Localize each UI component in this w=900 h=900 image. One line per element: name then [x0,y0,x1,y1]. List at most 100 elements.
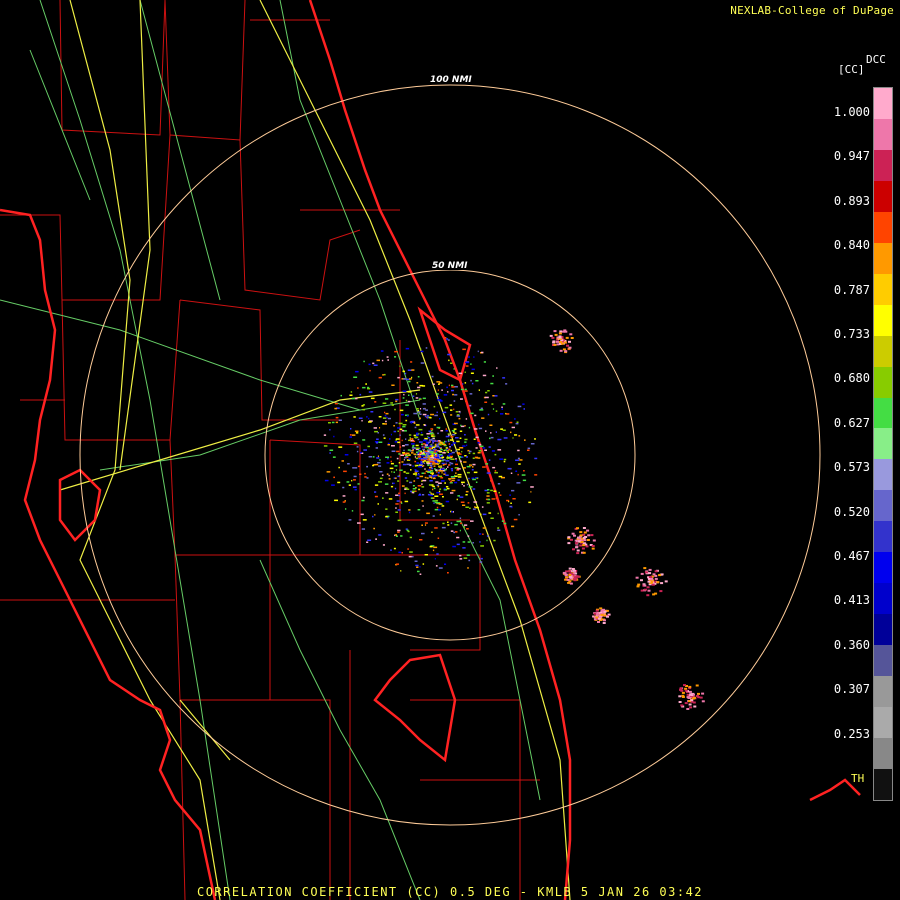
radar-echoes [323,329,705,710]
echo-pixel [351,397,356,400]
echo-pixel [435,481,439,483]
echo-pixel [457,473,462,476]
echo-pixel [435,453,437,456]
echo-pixel [399,409,404,412]
echo-pixel [501,406,503,408]
echo-pixel [644,571,648,574]
echo-pixel [405,419,408,422]
echo-pixel [450,458,455,460]
echo-pixel [573,576,577,579]
echo-pixel [411,443,415,445]
echo-pixel [362,519,367,521]
echo-pixel [568,340,571,343]
echo-pixel [454,394,458,396]
echo-pixel [599,607,603,610]
echo-pixel [502,377,506,379]
echo-pixel [340,394,342,397]
echo-pixel [411,376,413,379]
colorbar-tick: 0.520 [833,504,870,519]
echo-pixel [421,446,423,448]
echo-pixel [488,446,491,448]
echo-pixel [447,466,449,468]
echo-pixel [331,484,335,486]
echo-pixel [366,465,368,468]
echo-pixel [367,386,370,389]
echo-pixel [534,438,536,440]
echo-pixel [351,479,353,482]
echo-pixel [478,450,482,452]
echo-pixel [407,548,409,550]
echo-pixel [479,445,484,448]
echo-pixel [503,460,506,463]
echo-pixel [461,456,464,458]
echo-pixel [469,404,472,407]
echo-pixel [404,492,406,495]
echo-pixel [451,389,454,392]
echo-pixel [386,462,390,464]
echo-pixel [463,485,465,487]
echo-pixel [419,463,423,465]
echo-pixel [510,431,512,434]
echo-pixel [447,572,449,574]
echo-pixel [455,531,458,533]
echo-pixel [460,522,463,525]
echo-pixel [374,484,379,486]
echo-pixel [422,505,424,507]
echo-pixel [405,404,409,406]
echo-pixel [477,442,480,444]
echo-pixel [534,457,538,460]
echo-pixel [492,408,495,410]
echo-pixel [447,521,449,523]
echo-pixel [445,486,449,488]
echo-pixel [432,485,435,488]
echo-pixel [416,408,419,410]
echo-pixel [459,554,462,557]
echo-pixel [684,689,688,692]
echo-pixel [576,575,580,578]
echo-pixel [396,563,399,565]
echo-pixel [478,443,482,446]
echo-pixel [363,449,367,451]
echo-pixel [468,559,471,562]
echo-pixel [412,395,415,397]
echo-pixel [424,522,428,524]
echo-pixel [426,454,430,456]
echo-pixel [409,437,411,439]
echo-pixel [415,564,419,567]
echo-pixel [359,393,362,396]
echo-pixel [445,460,450,462]
echo-pixel [433,487,436,490]
echo-pixel [684,702,688,705]
echo-pixel [442,452,446,454]
echo-pixel [448,464,450,466]
echo-pixel [408,394,410,396]
echo-pixel [388,478,391,480]
echo-pixel [395,535,398,537]
echo-pixel [468,477,470,480]
echo-pixel [397,376,400,379]
echo-pixel [488,512,492,514]
echo-pixel [416,566,419,568]
echo-pixel [573,578,577,581]
echo-pixel [413,447,416,449]
echo-pixel [419,384,423,387]
echo-pixel [571,532,575,535]
echo-pixel [513,518,518,521]
echo-pixel [455,437,459,439]
echo-pixel [501,520,504,522]
echo-pixel [481,506,484,508]
echo-pixel [467,567,469,569]
echo-pixel [466,471,470,474]
echo-pixel [391,404,394,406]
echo-pixel [401,413,404,416]
echo-pixel [507,467,512,470]
echo-pixel [428,449,432,451]
echo-pixel [487,498,491,501]
echo-pixel [381,359,384,362]
echo-pixel [435,455,438,457]
echo-pixel [402,390,407,392]
echo-pixel [360,451,362,454]
echo-pixel [470,363,472,365]
echo-pixel [432,463,436,465]
echo-pixel [432,549,435,552]
